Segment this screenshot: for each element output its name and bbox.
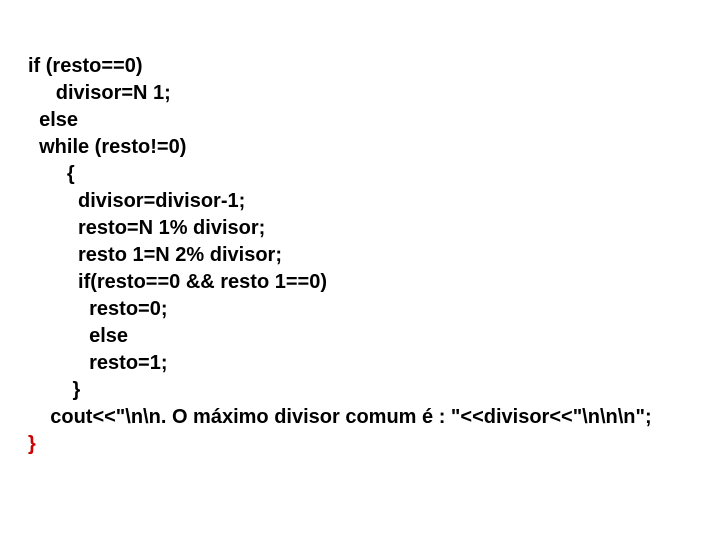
code-line: resto=N 1% divisor; bbox=[28, 217, 265, 239]
code-line: divisor=N 1; bbox=[28, 82, 171, 104]
code-line: cout<<"\n\n. O máximo divisor comum é : … bbox=[28, 406, 652, 428]
code-line: resto=1; bbox=[28, 352, 168, 374]
code-line: { bbox=[28, 163, 75, 185]
code-snippet: if (resto==0) divisor=N 1; else while (r… bbox=[0, 0, 720, 458]
code-line: divisor=divisor-1; bbox=[28, 190, 245, 212]
code-line: if (resto==0) bbox=[28, 55, 142, 77]
code-line: if(resto==0 && resto 1==0) bbox=[28, 271, 327, 293]
code-line: } bbox=[28, 379, 80, 401]
code-line: else bbox=[28, 109, 78, 131]
code-line: else bbox=[28, 325, 128, 347]
code-line: resto 1=N 2% divisor; bbox=[28, 244, 282, 266]
code-line: while (resto!=0) bbox=[28, 136, 186, 158]
code-line: resto=0; bbox=[28, 298, 168, 320]
code-line-brace: } bbox=[28, 433, 36, 455]
